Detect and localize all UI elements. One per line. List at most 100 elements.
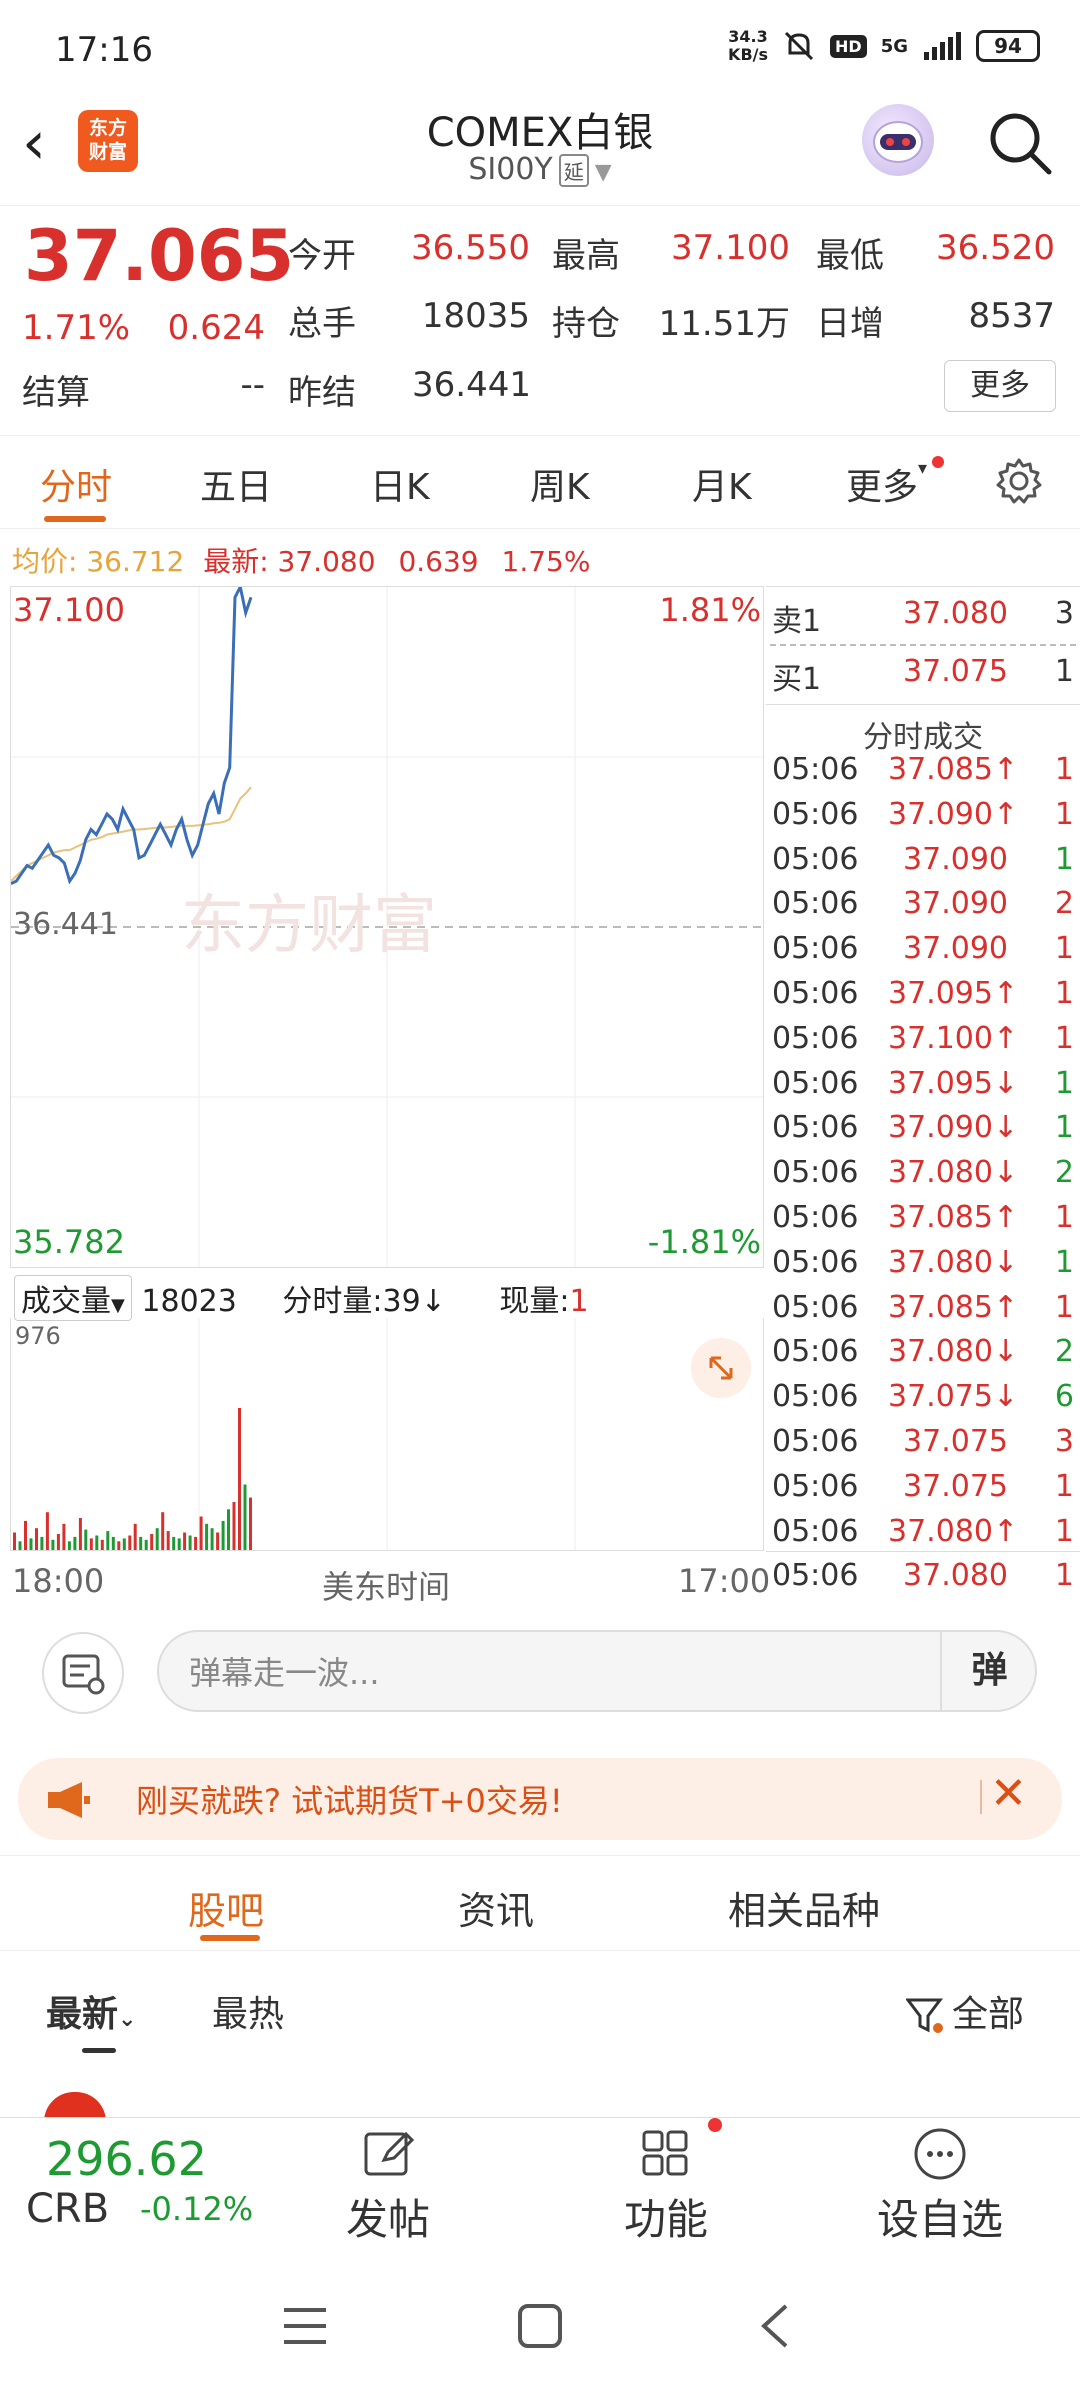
avg-price: 均价: 36.712 xyxy=(12,545,185,578)
tick-volume: 3 xyxy=(1054,1424,1074,1459)
volume-bar xyxy=(221,1520,225,1550)
tick-volume: 1 xyxy=(1054,796,1074,832)
tick-time: 05:06 xyxy=(772,1424,859,1459)
back-nav-icon[interactable] xyxy=(756,2302,792,2350)
tick-time: 05:06 xyxy=(772,976,859,1011)
tick-time: 05:06 xyxy=(772,931,859,967)
edit-icon[interactable] xyxy=(358,2124,418,2184)
search-icon[interactable] xyxy=(985,108,1055,178)
sell-1-row: 卖1 37.080 3 xyxy=(772,596,1074,639)
filter-icon xyxy=(905,1998,943,2033)
open-value: 36.550 xyxy=(411,228,530,268)
day-increase-value: 8537 xyxy=(968,296,1055,336)
caret-icon: ▾ xyxy=(918,458,928,479)
tick-row: 05:06 37.075 3 xyxy=(770,1424,1080,1469)
home-icon[interactable] xyxy=(516,2302,564,2350)
sort-latest[interactable]: 最新⌄ xyxy=(46,1985,136,2037)
danmu-toggle-icon[interactable] xyxy=(42,1632,124,1714)
volume-bar xyxy=(51,1539,55,1550)
sort-hot[interactable]: 最热 xyxy=(212,1985,284,2037)
function-button[interactable]: 功能 xyxy=(586,2186,746,2247)
menu-icon[interactable] xyxy=(280,2304,330,2348)
tab-news[interactable]: 资讯 xyxy=(458,1880,534,1935)
prev-settle-label: 昨结 xyxy=(288,373,356,413)
tick-row: 05:06 37.090 1 xyxy=(770,842,1080,887)
tab-week-k[interactable]: 周K xyxy=(530,458,590,510)
caret-down-icon: ▼ xyxy=(111,1295,125,1316)
tick-volume: 1 xyxy=(1054,1110,1074,1146)
post-button[interactable]: 发帖 xyxy=(308,2186,468,2247)
assistant-avatar[interactable] xyxy=(862,104,934,176)
add-watchlist-button[interactable]: 设自选 xyxy=(860,2186,1020,2247)
volume-bar xyxy=(18,1541,22,1550)
tick-price: 37.080↓ xyxy=(888,1334,1019,1370)
tick-volume: 1 xyxy=(1054,1558,1074,1594)
volume-bar xyxy=(40,1536,44,1550)
tick-volume: 1 xyxy=(1054,1513,1074,1549)
tick-time: 05:06 xyxy=(772,886,859,922)
close-icon[interactable]: ✕ xyxy=(990,1768,1027,1819)
app-logo[interactable]: 东方 财富 xyxy=(78,110,138,172)
index-price[interactable]: 296.62 xyxy=(46,2132,207,2186)
grid-icon[interactable] xyxy=(636,2124,696,2184)
index-symbol[interactable]: CRB xyxy=(26,2186,109,2232)
volume-bar xyxy=(150,1534,154,1550)
tick-row: 05:06 37.095↓ 1 xyxy=(770,1066,1080,1111)
tick-time: 05:06 xyxy=(772,752,859,787)
volume-bar xyxy=(161,1512,165,1550)
tick-time: 05:06 xyxy=(772,1513,859,1549)
tick-row: 05:06 37.090 2 xyxy=(770,886,1080,931)
tick-time: 05:06 xyxy=(772,796,859,832)
avg-info-bar: 均价: 36.712 最新: 37.080 0.639 1.75% xyxy=(12,540,590,580)
tick-price: 37.085↑ xyxy=(888,1200,1019,1235)
settings-icon[interactable] xyxy=(994,456,1044,506)
tick-price: 37.075↓ xyxy=(888,1379,1019,1415)
volume-header: 成交量▼ 18023 分时量:39↓ 现量:1 xyxy=(14,1275,589,1321)
megaphone-icon xyxy=(48,1782,90,1818)
volume-bar xyxy=(24,1520,27,1550)
ticks-title: 分时成交 xyxy=(863,720,983,755)
expand-icon[interactable] xyxy=(691,1338,751,1398)
promo-text[interactable]: 刚买就跌? 试试期货T+0交易! xyxy=(136,1776,563,1822)
volume-chart[interactable]: 976 xyxy=(10,1318,764,1551)
tick-price: 37.085↑ xyxy=(888,1289,1019,1325)
open-label: 今开 xyxy=(288,236,356,276)
tab-intraday[interactable]: 分时 xyxy=(40,458,112,510)
filter-all[interactable]: 全部 xyxy=(905,1985,1024,2037)
index-change[interactable]: -0.12% xyxy=(140,2190,253,2228)
tab-day-k[interactable]: 日K xyxy=(370,458,430,510)
tick-volume: 1 xyxy=(1054,1200,1074,1235)
tick-time: 05:06 xyxy=(772,1020,859,1056)
tick-price: 37.090 xyxy=(903,931,1008,967)
danmu-input[interactable]: 弹幕走一波... xyxy=(157,1630,1037,1712)
low-label: 最低 xyxy=(816,236,884,276)
bottom-bar: 296.62 CRB -0.12% 发帖 功能 设自选 xyxy=(0,2117,1080,2244)
symbol-code[interactable]: SI00Y 延 ▼ xyxy=(340,152,740,187)
tick-volume: 1 xyxy=(1054,841,1074,877)
change-percent: 1.71% xyxy=(22,308,131,348)
volume-bar xyxy=(205,1523,209,1550)
danmu-send-button[interactable]: 弹 xyxy=(940,1630,1037,1712)
tab-month-k[interactable]: 月K xyxy=(692,458,752,510)
tab-five-day[interactable]: 五日 xyxy=(200,458,272,510)
tick-time: 05:06 xyxy=(772,1200,859,1235)
volume-selector[interactable]: 成交量▼ xyxy=(14,1275,132,1321)
more-circle-icon[interactable] xyxy=(910,2124,970,2184)
status-icons: 34.3 KB/s HD 5G 94 xyxy=(728,28,1040,64)
volume-total: 18023 xyxy=(141,1284,237,1319)
tick-volume: 2 xyxy=(1054,1334,1074,1370)
volume-bar xyxy=(13,1532,16,1550)
back-icon[interactable]: ‹ xyxy=(22,113,72,178)
intraday-chart[interactable]: 东方财富 37.100 1.81% 36.441 35.782 -1.81% xyxy=(10,586,764,1268)
tick-volume: 1 xyxy=(1054,1020,1074,1056)
book-divider xyxy=(770,644,1076,646)
volume-bar xyxy=(45,1512,49,1550)
tick-row: 05:06 37.075↓ 6 xyxy=(770,1379,1080,1424)
volume-bar xyxy=(243,1484,247,1550)
more-button[interactable]: 更多 xyxy=(944,360,1056,412)
tab-related[interactable]: 相关品种 xyxy=(728,1880,880,1935)
tab-more[interactable]: 更多▾ xyxy=(846,458,927,510)
tick-time: 05:06 xyxy=(772,1110,859,1146)
tab-forum[interactable]: 股吧 xyxy=(188,1880,264,1935)
open-interest-value: 11.51万 xyxy=(658,304,790,344)
